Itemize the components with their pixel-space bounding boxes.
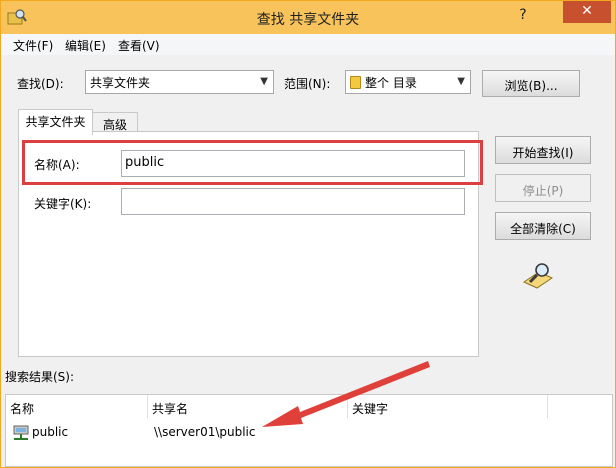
result-name[interactable]: public [32,425,68,439]
close-button[interactable]: ✕ [563,1,611,23]
directory-icon [350,76,361,89]
chevron-down-icon: ▼ [260,76,268,87]
column-header-share[interactable]: 共享名 [148,395,348,418]
column-header-keywords[interactable]: 关键字 [348,395,548,418]
name-label: 名称(A): [34,158,80,172]
help-button[interactable]: ? [509,7,537,31]
results-list: 名称 共享名 关键字 public \\server01\public [5,394,613,467]
results-label: 搜索结果(S): [5,370,75,384]
magnifier-icon [522,263,554,289]
chevron-down-icon: ▼ [457,76,465,87]
keywords-label: 关键字(K): [34,197,92,211]
clear-all-button[interactable]: 全部清除(C) [495,212,591,240]
tab-advanced[interactable]: 高级 [92,112,138,132]
menu-view[interactable]: 查看(V) [116,37,162,54]
find-shared-folders-window: 查找 共享文件夹 ? ✕ 文件(F) 编辑(E) 查看(V) 查找(D): 共享… [0,0,616,468]
menu-file[interactable]: 文件(F) [11,37,55,54]
keywords-field[interactable] [121,188,465,215]
start-search-button[interactable]: 开始查找(I) [495,136,591,164]
title-bar: 查找 共享文件夹 ? ✕ [1,1,615,34]
name-field[interactable]: public [121,150,465,177]
tab-shared-folders[interactable]: 共享文件夹 [18,109,93,135]
find-label: 查找(D): [17,77,64,91]
stop-button[interactable]: 停止(P) [495,174,591,202]
column-header-name[interactable]: 名称 [6,395,148,418]
browse-button[interactable]: 浏览(B)... [482,70,580,97]
scope-label: 范围(N): [284,77,331,91]
network-share-icon [13,425,29,440]
find-type-value: 共享文件夹 [90,76,151,90]
scope-select[interactable]: 整个 目录 ▼ [345,70,471,94]
menu-edit[interactable]: 编辑(E) [63,37,108,54]
menu-bar: 文件(F) 编辑(E) 查看(V) [1,34,615,55]
scope-value: 整个 目录 [365,76,417,90]
find-type-select[interactable]: 共享文件夹 ▼ [85,70,274,94]
result-share[interactable]: \\server01\public [154,425,256,439]
